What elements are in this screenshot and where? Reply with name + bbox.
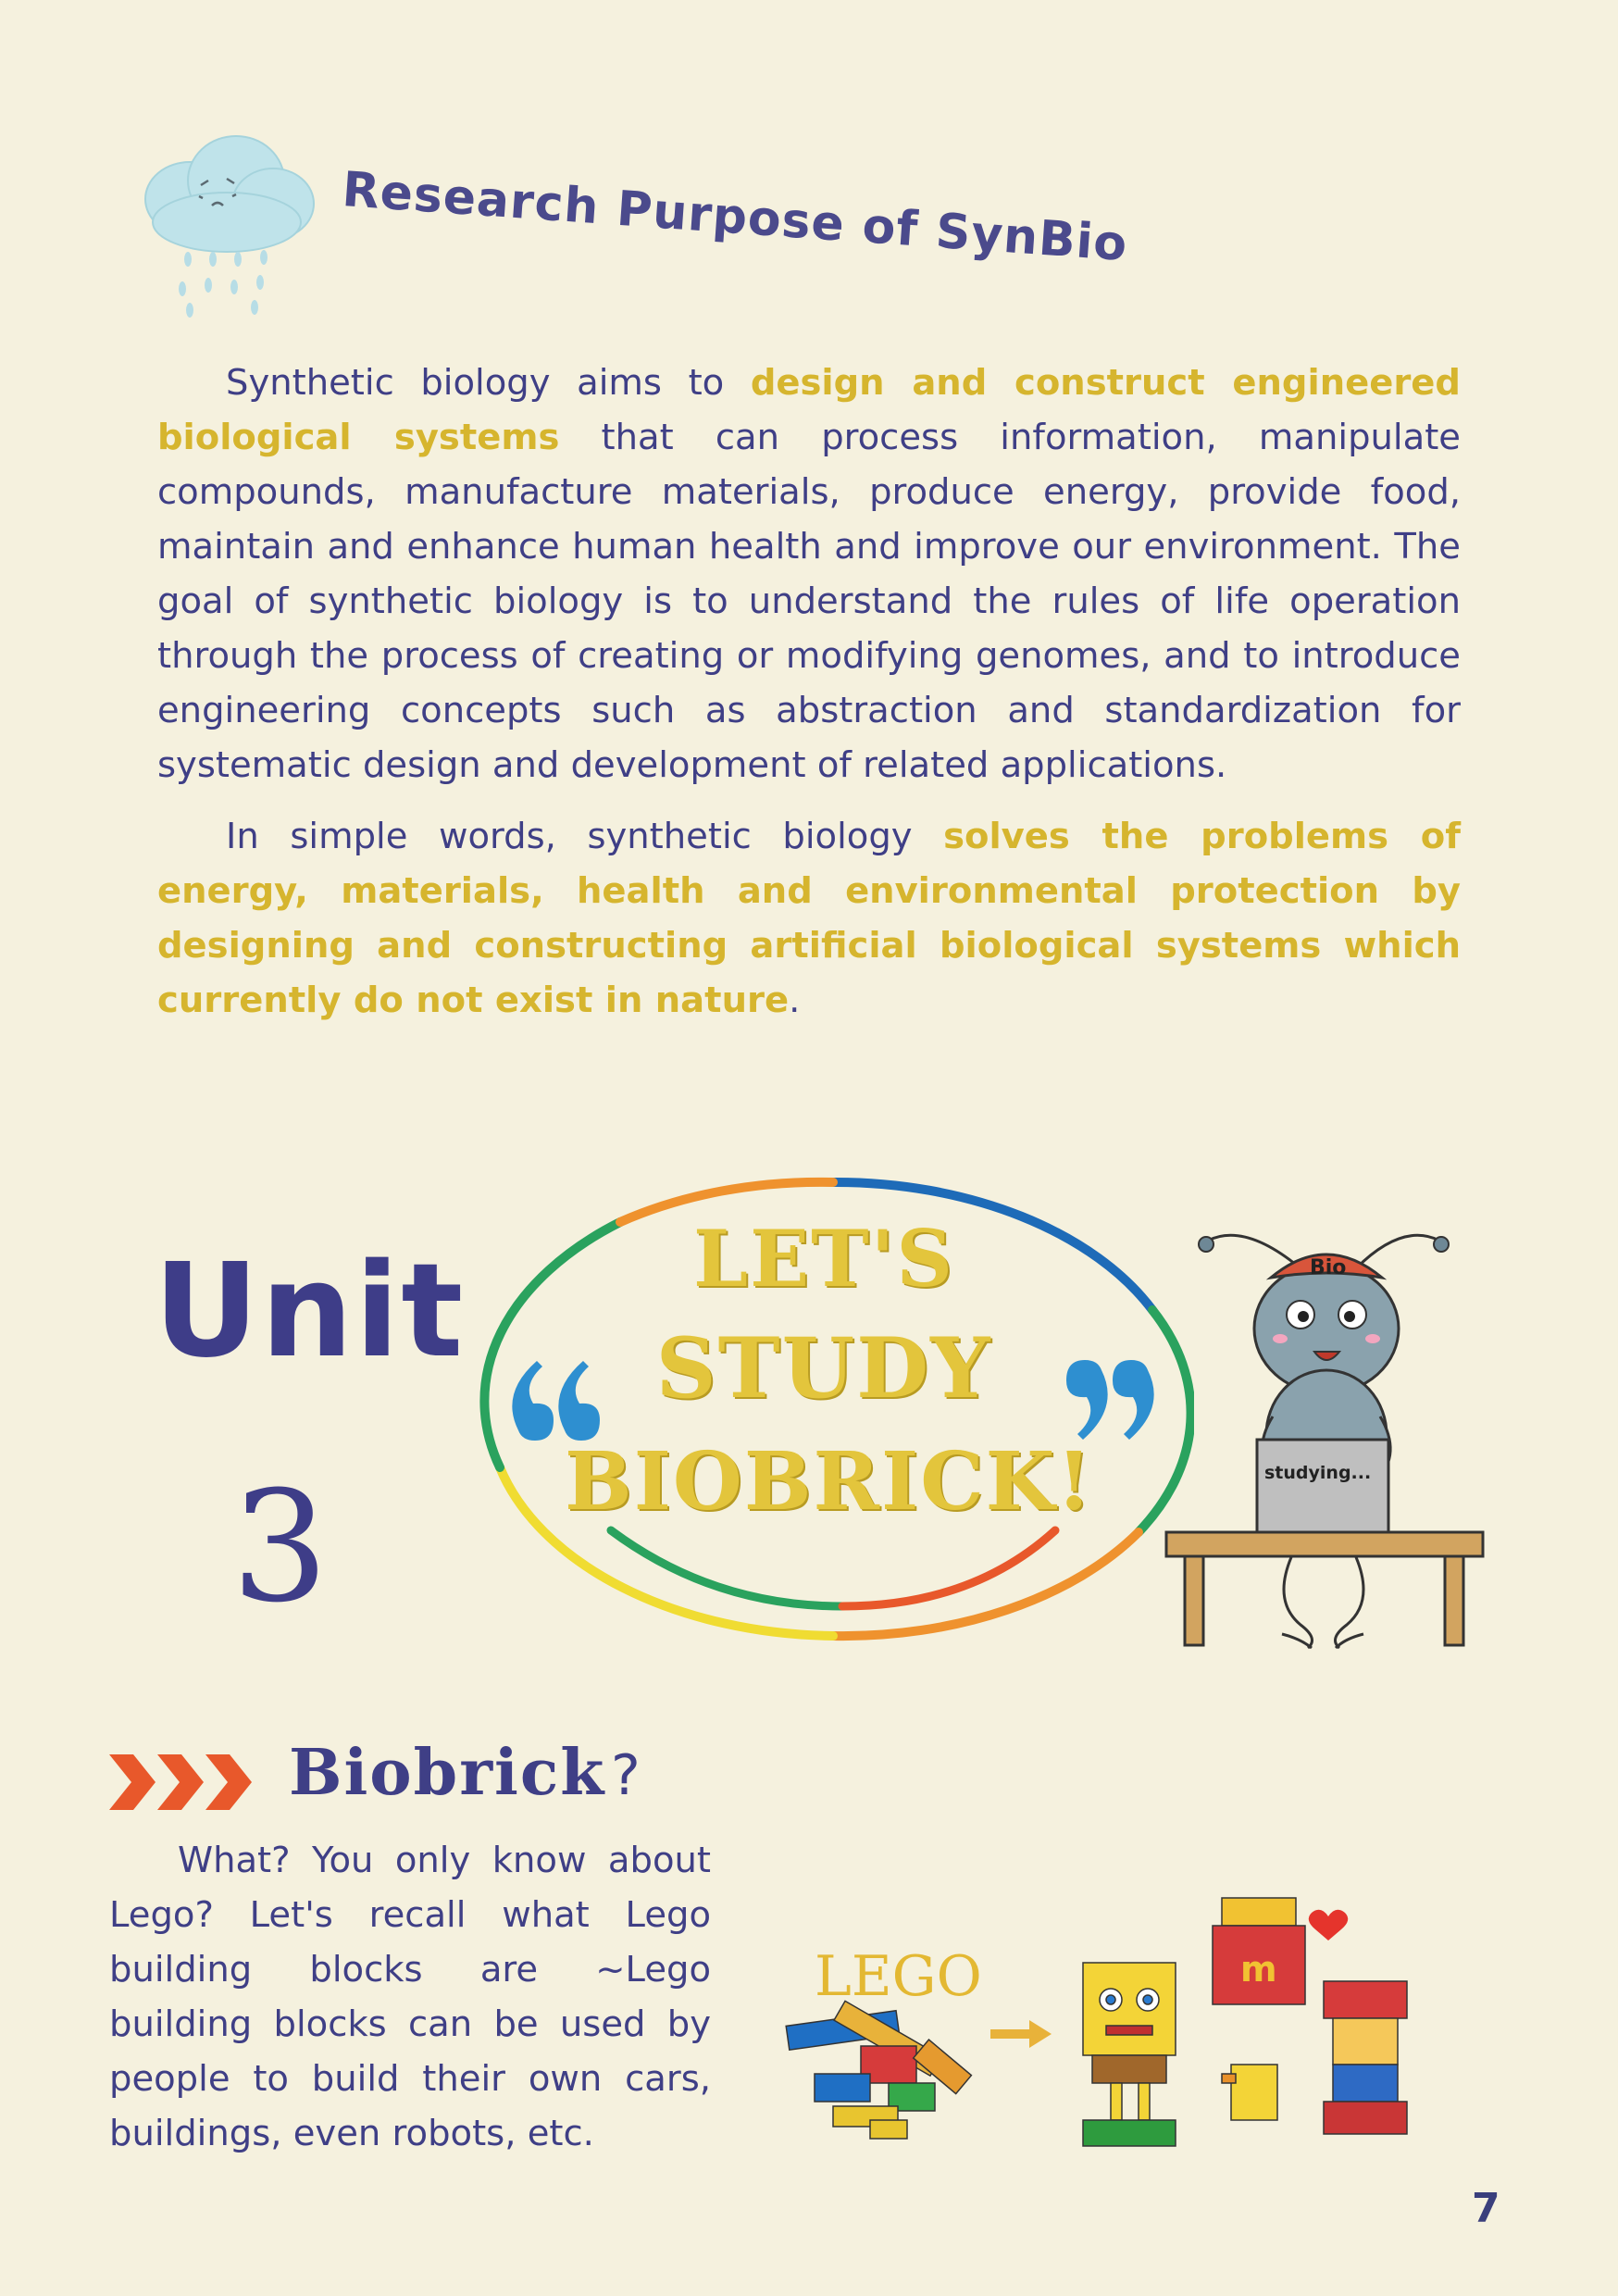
lego-illustration: m [785, 1897, 1408, 2147]
chevron-arrows-icon [109, 1754, 252, 1810]
ant-mascot: Bio [1164, 1233, 1485, 1650]
lego-duck-figure [1221, 2064, 1278, 2121]
biobrick-question-mark: ? [611, 1743, 641, 1808]
svg-text:m: m [1240, 1949, 1277, 1990]
paragraph-2: In simple words, synthetic biology solve… [157, 816, 1461, 1021]
unit-number: 3 [231, 1458, 329, 1636]
lego-mario-figure [1323, 1980, 1408, 2135]
unit-label: Unit [154, 1236, 466, 1387]
biobrick-heading: Biobrick [289, 1736, 606, 1810]
heart-icon [1308, 1909, 1349, 1940]
lego-fries-figure: m [1212, 1897, 1306, 2005]
lego-sponge-figure [1082, 1962, 1176, 2147]
lego-blocks [785, 2000, 973, 2140]
research-purpose-text: Synthetic biology aims to design and con… [157, 356, 1461, 1044]
biobrick-text: What? You only know about Lego? Let's re… [109, 1840, 711, 2154]
banner-line-2: STUDY [655, 1319, 992, 1417]
banner-line-1: LET'S [693, 1213, 954, 1304]
section-title: Research Purpose of SynBio [340, 162, 1130, 273]
rain-cloud-icon [144, 135, 315, 318]
laptop-text: studying... [1264, 1463, 1372, 1483]
page-number: 7 [1472, 2185, 1500, 2232]
cap-text: Bio [1310, 1256, 1346, 1279]
banner-line-3: BIOBRICK! [565, 1435, 1094, 1529]
arrow-right-icon [990, 2020, 1052, 2048]
paragraph-1: Synthetic biology aims to design and con… [157, 362, 1461, 786]
